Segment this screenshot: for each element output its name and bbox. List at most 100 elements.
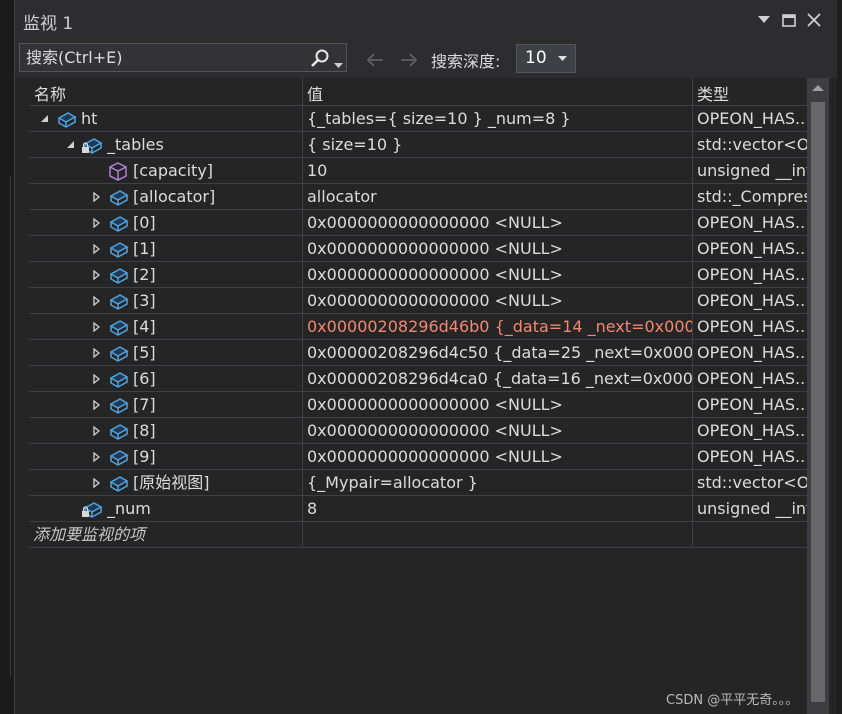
row-value[interactable]: { size=10 } [307,132,692,157]
search-next-button[interactable] [399,50,419,70]
arrow-left-icon [366,53,383,67]
watch-row[interactable]: _tables { size=10 } std::vector<O... [29,132,822,158]
row-name[interactable]: [0] [133,210,156,235]
column-divider[interactable] [302,78,303,548]
scroll-up-arrow-icon[interactable] [812,84,824,92]
row-value[interactable]: 0x0000000000000000 <NULL> [307,392,692,417]
row-value[interactable]: 0x00000208296d4c50 {_data=25 _next=0x000… [307,340,692,365]
search-depth-value: 10 [525,48,547,68]
search-depth-select[interactable]: 10 [516,44,576,73]
watch-row[interactable]: [8] 0x0000000000000000 <NULL> OPEON_HAS... [29,418,822,444]
collapsed-arrow-icon[interactable] [89,392,103,417]
collapsed-arrow-icon[interactable] [89,184,103,209]
expanded-arrow-icon[interactable] [37,106,51,131]
variable-icon [107,343,129,363]
search-previous-button[interactable] [365,50,385,70]
row-value[interactable]: 0x0000000000000000 <NULL> [307,236,692,261]
watch-row[interactable]: [0] 0x0000000000000000 <NULL> OPEON_HAS... [29,210,822,236]
row-name[interactable]: [3] [133,288,156,313]
variable-icon [107,317,129,337]
row-name[interactable]: [allocator] [133,184,215,209]
row-name[interactable]: ht [81,106,97,131]
search-input[interactable] [20,47,298,68]
maximize-button[interactable] [778,8,800,32]
vertical-scrollbar[interactable] [807,78,829,714]
column-header-value[interactable]: 值 [307,81,323,105]
row-name[interactable]: _num [107,496,151,521]
row-type: OPEON_HAS... [697,109,811,128]
collapsed-arrow-icon[interactable] [89,314,103,339]
column-header-name[interactable]: 名称 [34,81,66,105]
close-button[interactable] [803,8,825,32]
dropdown-arrow-icon [558,56,567,61]
row-name[interactable]: [5] [133,340,156,365]
row-value[interactable]: allocator [307,184,692,209]
row-value[interactable]: 8 [307,496,692,521]
collapsed-arrow-icon[interactable] [89,418,103,443]
row-name[interactable]: [8] [133,418,156,443]
row-name[interactable]: [1] [133,236,156,261]
add-watch-placeholder[interactable]: 添加要监视的项 [33,522,305,547]
row-name[interactable]: _tables [107,132,164,157]
watch-row[interactable]: ht {_tables={ size=10 } _num=8 } OPEON_HAS… [29,106,822,132]
row-value[interactable]: 0x0000000000000000 <NULL> [307,262,692,287]
title-bar: 监视 1 [15,0,837,40]
collapsed-arrow-icon[interactable] [89,236,103,261]
row-value[interactable]: 0x0000000000000000 <NULL> [307,418,692,443]
row-value[interactable]: 0x00000208296d4ca0 {_data=16 _next=0x000… [307,366,692,391]
row-type: unsigned __int... [697,499,822,518]
watch-row[interactable]: [9] 0x0000000000000000 <NULL> OPEON_HAS... [29,444,822,470]
watch-row[interactable]: [capacity] 10 unsigned __int... [29,158,822,184]
watch-row[interactable]: _num 8 unsigned __int... [29,496,822,522]
row-value[interactable]: 0x0000000000000000 <NULL> [307,444,692,469]
expanded-arrow-icon[interactable] [63,132,77,157]
grid-header: 名称 值 类型 [29,78,822,106]
row-value[interactable]: 10 [307,158,692,183]
column-header-type[interactable]: 类型 [697,81,729,105]
collapsed-arrow-icon[interactable] [89,366,103,391]
row-value[interactable]: 0x0000000000000000 <NULL> [307,210,692,235]
watch-row[interactable]: [6] 0x00000208296d4ca0 {_data=16 _next=0x… [29,366,822,392]
collapsed-arrow-icon[interactable] [89,470,103,495]
row-name[interactable]: [4] [133,314,156,339]
variable-icon [107,369,129,389]
row-name[interactable]: [9] [133,444,156,469]
maximize-icon [782,13,796,27]
variable-icon [107,291,129,311]
row-name[interactable]: [capacity] [133,158,213,183]
collapsed-arrow-icon[interactable] [89,262,103,287]
window-menu-button[interactable] [753,8,775,32]
watch-row[interactable]: [5] 0x00000208296d4c50 {_data=25 _next=0x… [29,340,822,366]
collapsed-arrow-icon[interactable] [89,340,103,365]
watch-row[interactable]: [1] 0x0000000000000000 <NULL> OPEON_HAS... [29,236,822,262]
scrollbar-thumb[interactable] [811,102,825,702]
row-value[interactable]: 0x00000208296d46b0 {_data=14 _next=0x000… [307,314,692,339]
row-name[interactable]: [6] [133,366,156,391]
row-value[interactable]: 0x0000000000000000 <NULL> [307,288,692,313]
collapsed-arrow-icon[interactable] [89,288,103,313]
row-name[interactable]: [7] [133,392,156,417]
watch-row[interactable]: [2] 0x0000000000000000 <NULL> OPEON_HAS... [29,262,822,288]
collapsed-arrow-icon[interactable] [89,444,103,469]
column-divider[interactable] [692,78,693,548]
watch-row[interactable]: [7] 0x0000000000000000 <NULL> OPEON_HAS... [29,392,822,418]
row-name[interactable]: [原始视图] [133,470,210,495]
variable-icon [107,265,129,285]
watch-row[interactable]: [原始视图] {_Mypair=allocator } std::vector<O.… [29,470,822,496]
collapsed-arrow-icon[interactable] [89,210,103,235]
row-value[interactable]: {_Mypair=allocator } [307,470,692,495]
row-type: OPEON_HAS... [697,447,811,466]
row-name[interactable]: [2] [133,262,156,287]
watermark: CSDN @平平无奇。。。 [666,693,799,708]
variable-icon [107,213,129,233]
add-watch-row[interactable]: 添加要监视的项 [29,522,822,548]
search-options-dropdown[interactable] [334,54,343,73]
watch-row[interactable]: [4] 0x00000208296d46b0 {_data=14 _next=0x… [29,314,822,340]
watch-row[interactable]: [3] 0x0000000000000000 <NULL> OPEON_HAS... [29,288,822,314]
close-icon [807,13,821,27]
watch-row[interactable]: [allocator] allocator std::_Compress... [29,184,822,210]
row-value[interactable]: {_tables={ size=10 } _num=8 } [307,106,692,131]
search-icon[interactable] [310,48,330,68]
variable-icon [55,109,77,129]
search-box [19,43,347,72]
